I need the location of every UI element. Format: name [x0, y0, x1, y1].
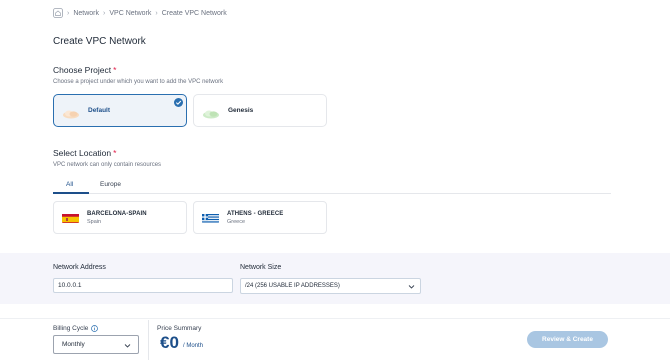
select-location-title: Select Location * — [53, 148, 116, 158]
choose-project-label: Choose Project — [53, 65, 112, 75]
network-size-select[interactable]: /24 (256 USABLE IP ADDRESSES) — [240, 278, 421, 294]
breadcrumb-separator: › — [103, 9, 106, 17]
page-title: Create VPC Network — [53, 36, 146, 47]
tab-all[interactable]: All — [66, 181, 73, 188]
network-address-input[interactable] — [53, 278, 233, 293]
spain-flag-icon — [62, 212, 79, 223]
location-country: Spain — [87, 218, 102, 225]
review-create-button[interactable]: Review & Create — [527, 331, 608, 348]
choose-project-subtitle: Choose a project under which you want to… — [53, 79, 224, 85]
location-name: ATHENS - GREECE — [227, 210, 284, 217]
billing-cycle-text: Billing Cycle — [53, 325, 89, 332]
breadcrumb-current: Create VPC Network — [161, 9, 227, 17]
project-label-genesis: Genesis — [228, 107, 254, 114]
price-unit: / Month — [183, 343, 204, 349]
project-card-genesis[interactable]: Genesis — [193, 94, 327, 127]
network-size-label: Network Size — [240, 264, 282, 271]
required-mark: * — [113, 65, 117, 75]
location-tabs: All Europe — [53, 179, 611, 194]
check-icon — [174, 98, 183, 107]
select-location-subtitle: VPC network can only contain resources — [53, 162, 162, 168]
active-tab-indicator — [53, 192, 89, 194]
network-size-value: /24 (256 USABLE IP ADDRESSES) — [245, 283, 340, 289]
location-name: BARCELONA-SPAIN — [87, 210, 147, 217]
chevron-down-icon — [124, 342, 131, 349]
select-location-label: Select Location — [53, 148, 112, 158]
network-address-label: Network Address — [53, 264, 106, 271]
chevron-down-icon — [408, 283, 415, 290]
breadcrumb-vpc-network[interactable]: VPC Network — [109, 10, 151, 17]
billing-cycle-label: Billing Cycle — [53, 325, 99, 332]
project-card-default[interactable]: Default — [53, 94, 187, 127]
cloud-icon — [202, 106, 220, 118]
breadcrumb-separator: › — [155, 9, 158, 17]
breadcrumb: › Network › VPC Network › Create VPC Net… — [53, 8, 227, 18]
billing-cycle-select[interactable]: Monthly — [53, 335, 139, 354]
price-summary-label: Price Summary — [157, 325, 202, 332]
choose-project-title: Choose Project * — [53, 65, 116, 75]
location-country: Greece — [227, 218, 246, 225]
breadcrumb-separator: › — [67, 9, 70, 17]
breadcrumb-network[interactable]: Network — [73, 10, 99, 17]
required-mark: * — [113, 148, 117, 158]
footer-divider — [148, 320, 149, 360]
location-card-barcelona[interactable]: BARCELONA-SPAIN Spain — [53, 201, 187, 234]
info-icon[interactable] — [91, 325, 99, 332]
project-label-default: Default — [88, 107, 111, 114]
price-value: €0 — [160, 333, 179, 352]
cloud-icon — [62, 106, 80, 118]
tab-europe[interactable]: Europe — [100, 181, 121, 188]
billing-cycle-value: Monthly — [62, 341, 85, 348]
location-card-athens[interactable]: ATHENS - GREECE Greece — [193, 201, 327, 234]
greece-flag-icon — [202, 212, 219, 223]
home-icon[interactable] — [53, 8, 63, 18]
